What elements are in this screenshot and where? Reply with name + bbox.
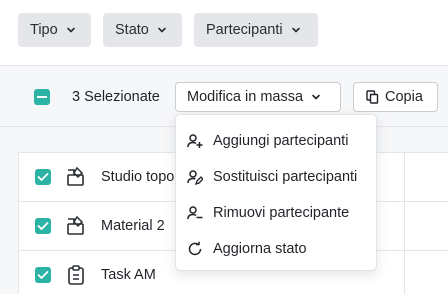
row-name: Task AM — [101, 267, 156, 283]
menu-item-label: Sostituisci partecipanti — [213, 169, 358, 185]
filter-type-button[interactable]: Tipo — [18, 13, 91, 47]
row-name: Material 2 — [101, 218, 165, 234]
filter-bar: Tipo Stato Partecipanti — [0, 0, 448, 66]
column-divider — [404, 202, 405, 250]
refresh-icon — [188, 241, 202, 256]
filter-participants-label: Partecipanti — [206, 22, 283, 38]
row-checkbox[interactable] — [35, 267, 51, 283]
user-add-icon — [187, 134, 203, 148]
row-checkbox[interactable] — [35, 169, 51, 185]
bulk-edit-menu: Aggiungi partecipanti Sostituisci partec… — [175, 114, 377, 271]
user-remove-icon — [187, 206, 203, 220]
menu-item-update-status[interactable]: Aggiorna stato — [176, 231, 376, 267]
column-divider — [404, 153, 405, 201]
check-icon — [37, 222, 49, 230]
chevron-down-icon — [291, 27, 300, 33]
menu-item-label: Rimuovi partecipante — [213, 205, 350, 221]
filter-status-button[interactable]: Stato — [103, 13, 182, 47]
selected-count-label: 3 Selezionate — [72, 89, 160, 105]
check-icon — [37, 173, 49, 181]
select-all-checkbox[interactable] — [34, 89, 50, 105]
check-icon — [37, 271, 49, 279]
row-name: Studio topo — [101, 169, 175, 185]
menu-item-remove-participant[interactable]: Rimuovi partecipante — [176, 195, 376, 231]
bulk-edit-button[interactable]: Modifica in massa — [175, 82, 341, 112]
clipboard-icon — [68, 265, 84, 285]
chevron-down-icon — [312, 94, 320, 100]
filter-status-label: Stato — [115, 22, 149, 38]
menu-item-label: Aggiungi partecipanti — [213, 133, 349, 149]
filter-participants-button[interactable]: Partecipanti — [194, 13, 318, 47]
row-checkbox[interactable] — [35, 218, 51, 234]
user-replace-icon — [187, 170, 203, 185]
chevron-down-icon — [66, 27, 75, 33]
bulk-edit-label: Modifica in massa — [187, 89, 304, 105]
copy-button[interactable]: Copia — [353, 82, 438, 112]
deliverable-icon — [67, 166, 84, 186]
copy-label: Copia — [385, 89, 423, 105]
filter-type-label: Tipo — [30, 22, 58, 38]
menu-item-replace-participants[interactable]: Sostituisci partecipanti — [176, 159, 376, 195]
menu-item-add-participants[interactable]: Aggiungi partecipanti — [176, 123, 376, 159]
column-divider — [404, 251, 405, 294]
menu-item-label: Aggiorna stato — [213, 241, 307, 257]
deliverable-icon — [67, 215, 84, 235]
copy-icon — [366, 90, 379, 104]
chevron-down-icon — [158, 27, 166, 33]
